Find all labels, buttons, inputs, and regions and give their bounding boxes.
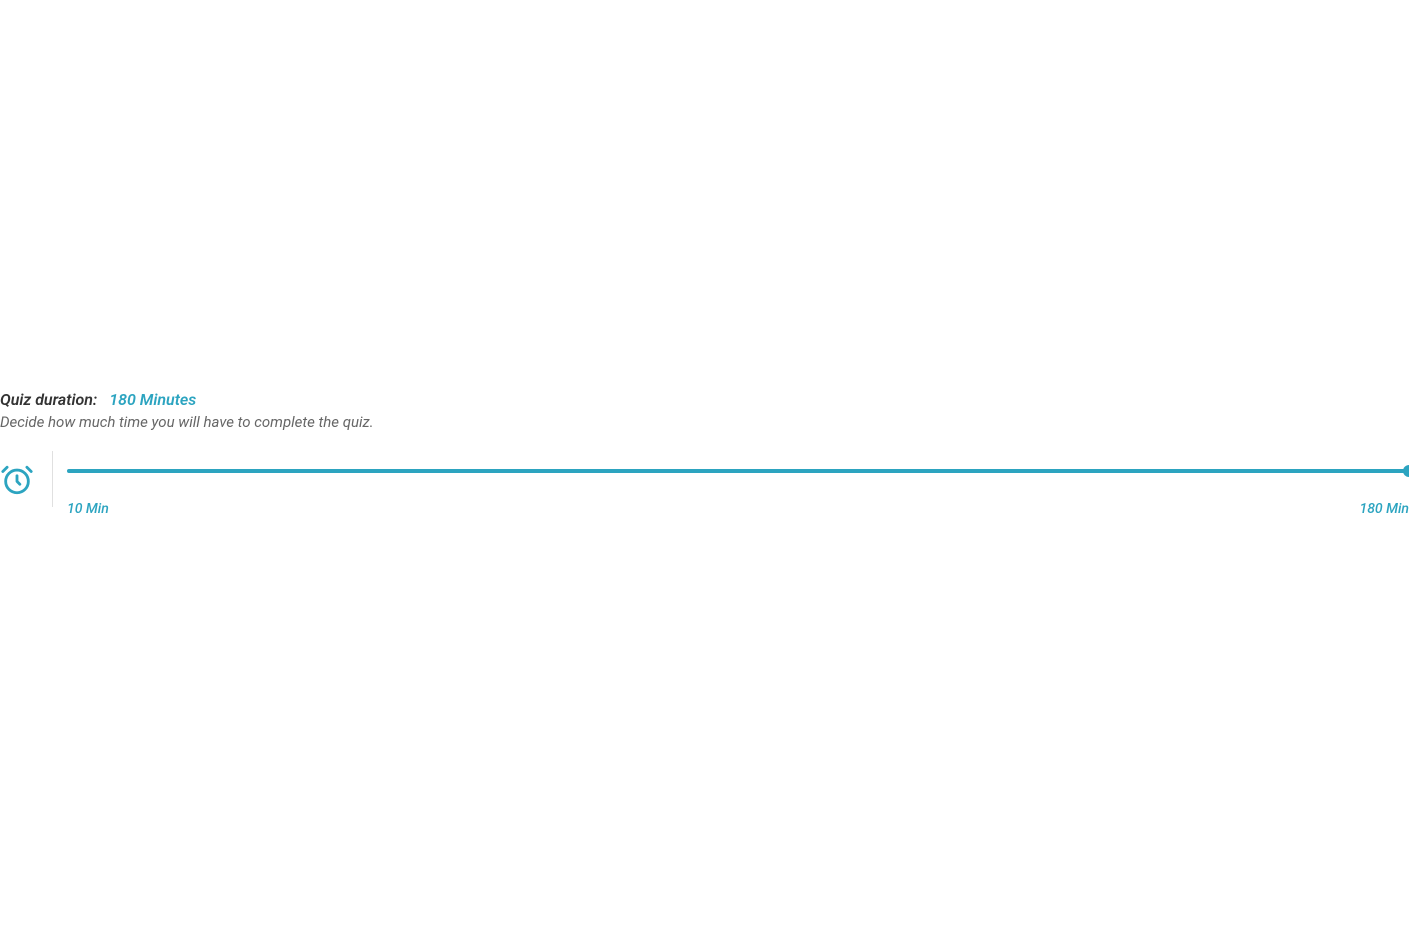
duration-label: Quiz duration: (0, 390, 97, 409)
quiz-duration-section: Quiz duration: 180 Minutes Decide how mu… (0, 390, 1409, 517)
duration-description: Decide how much time you will have to co… (0, 413, 1409, 431)
slider-row: 10 Min 180 Min (0, 461, 1409, 517)
duration-slider-container: 10 Min 180 Min (67, 461, 1409, 517)
duration-value: 180 Minutes (109, 390, 196, 409)
alarm-clock-icon (0, 463, 34, 497)
slider-handle[interactable] (1403, 465, 1409, 477)
duration-slider[interactable] (67, 469, 1409, 473)
vertical-divider (52, 451, 53, 507)
duration-title-line: Quiz duration: 180 Minutes (0, 390, 1409, 409)
slider-min-label: 10 Min (67, 501, 109, 517)
slider-max-label: 180 Min (1360, 501, 1409, 517)
slider-labels: 10 Min 180 Min (67, 501, 1409, 517)
